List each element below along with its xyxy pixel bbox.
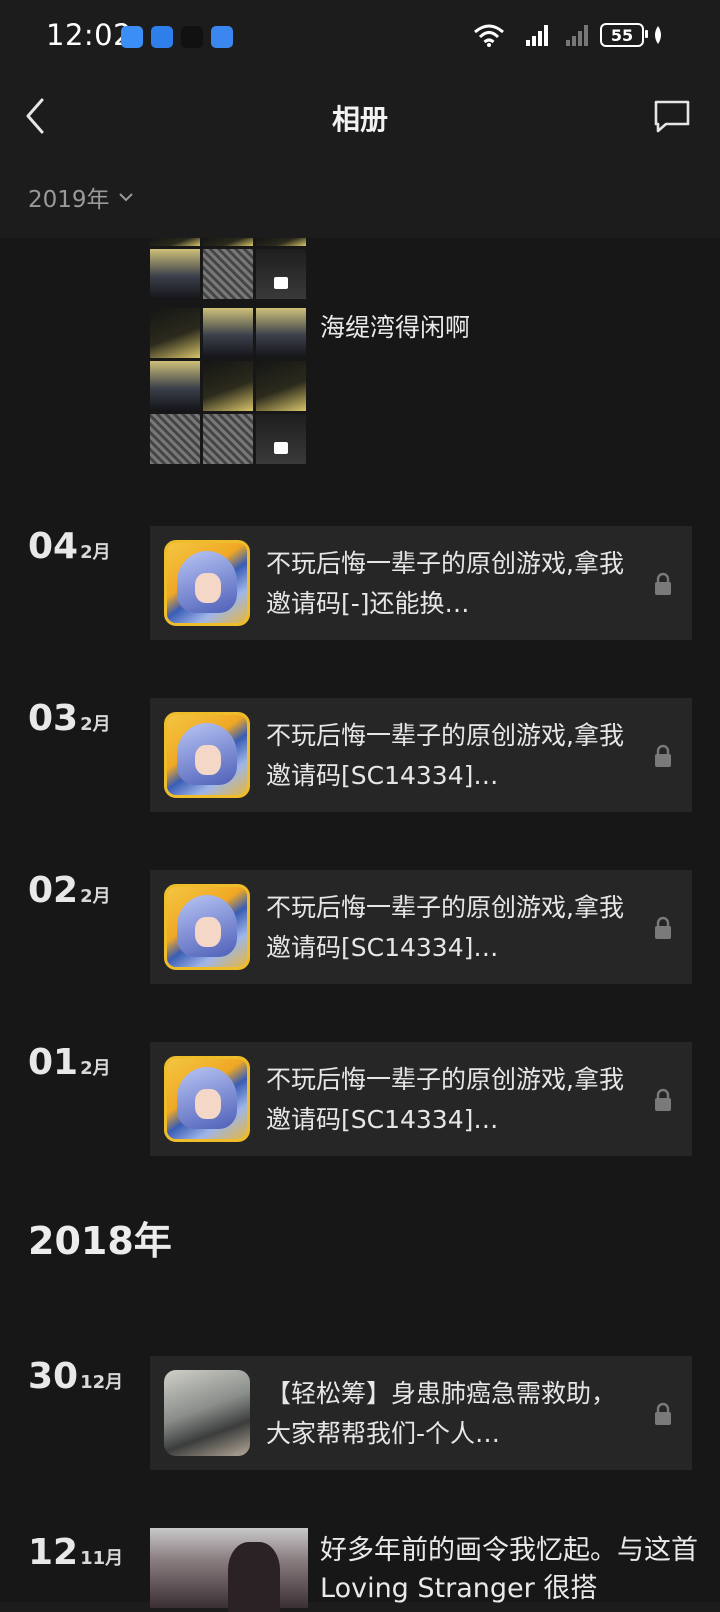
entry-day: 04	[28, 526, 79, 567]
lock-icon	[655, 1088, 671, 1111]
shared-link-card[interactable]: 不玩后悔一辈子的原创游戏,拿我邀请码[SC14334]…	[150, 870, 692, 984]
photo-thumb[interactable]	[256, 308, 306, 358]
entry-date: 30 12月	[28, 1356, 123, 1397]
photo-thumb[interactable]	[256, 238, 306, 246]
lock-icon	[655, 744, 671, 767]
photo-thumb[interactable]	[256, 361, 306, 411]
signal-no-sim-icon	[566, 25, 588, 46]
status-time: 12:02	[46, 18, 133, 52]
notification-app-icon	[181, 26, 203, 48]
messages-button[interactable]	[652, 96, 692, 136]
entry-month: 2月	[80, 542, 111, 563]
chevron-down-icon	[118, 193, 133, 202]
year-filter-label: 2019年	[28, 187, 110, 213]
notification-chat-icon	[121, 26, 143, 48]
game-app-icon	[164, 712, 250, 798]
shared-link-card[interactable]: 不玩后悔一辈子的原创游戏,拿我邀请码[-]还能换…	[150, 526, 692, 640]
card-text: 不玩后悔一辈子的原创游戏,拿我邀请码[SC14334]…	[266, 1065, 624, 1134]
photo-grid[interactable]	[150, 308, 306, 464]
leaf-icon	[655, 26, 661, 44]
card-text: 【轻松筹】身患肺癌急需救助，大家帮帮我们-个人…	[266, 1379, 617, 1448]
year-section-heading: 2018年	[28, 1219, 172, 1263]
shared-link-card[interactable]: 不玩后悔一辈子的原创游戏,拿我邀请码[SC14334]…	[150, 698, 692, 812]
post-caption[interactable]: 海缇湾得闲啊	[320, 308, 470, 344]
photo-thumb[interactable]	[150, 414, 200, 464]
photo-thumb[interactable]	[203, 414, 253, 464]
photo-thumb[interactable]	[150, 1528, 308, 1612]
lock-icon	[655, 916, 671, 939]
card-text: 不玩后悔一辈子的原创游戏,拿我邀请码[-]还能换…	[266, 549, 624, 618]
card-text: 不玩后悔一辈子的原创游戏,拿我邀请码[SC14334]…	[266, 721, 624, 790]
lock-icon	[655, 572, 671, 595]
shared-link-card[interactable]: 不玩后悔一辈子的原创游戏,拿我邀请码[SC14334]…	[150, 1042, 692, 1156]
entry-day: 12	[28, 1532, 79, 1573]
photo-thumb[interactable]	[150, 249, 200, 299]
link-thumbnail	[164, 1370, 250, 1456]
entry-date: 04 2月	[28, 526, 111, 567]
photo-thumb[interactable]	[203, 238, 253, 246]
year-filter-dropdown[interactable]: 2019年	[28, 180, 134, 214]
photo-thumb[interactable]	[203, 361, 253, 411]
entry-day: 02	[28, 870, 79, 911]
message-icon	[654, 100, 690, 133]
photo-thumb[interactable]	[150, 361, 200, 411]
photo-thumb[interactable]	[203, 249, 253, 299]
entry-month: 11月	[80, 1548, 124, 1569]
notification-cloud-icon	[211, 26, 233, 48]
entry-month: 2月	[80, 714, 111, 735]
battery-indicator: 55	[600, 23, 648, 47]
game-app-icon	[164, 1056, 250, 1142]
photo-grid-partial[interactable]	[150, 238, 306, 299]
entry-day: 30	[28, 1356, 79, 1397]
photo-thumb[interactable]	[203, 308, 253, 358]
entry-date: 02 2月	[28, 870, 111, 911]
entry-date: 12 11月	[28, 1532, 123, 1573]
post-caption[interactable]: 好多年前的画令我忆起。与这首Loving Stranger 很搭	[320, 1532, 700, 1608]
entry-month: 2月	[80, 1058, 111, 1079]
page-title: 相册	[331, 103, 388, 136]
photo-thumb-locked[interactable]	[256, 249, 306, 299]
signal-4g-icon	[526, 25, 548, 46]
top-nav-bar: 相册	[0, 74, 720, 160]
card-text: 不玩后悔一辈子的原创游戏,拿我邀请码[SC14334]…	[266, 893, 624, 962]
photo-thumb-locked[interactable]	[256, 414, 306, 464]
status-bar: 12:02 55	[0, 0, 720, 74]
lock-icon	[655, 1402, 671, 1425]
game-app-icon	[164, 540, 250, 626]
status-right: 55	[472, 22, 664, 48]
status-app-icons	[121, 26, 233, 48]
entry-day: 03	[28, 698, 79, 739]
notification-shield-icon	[151, 26, 173, 48]
entry-date: 03 2月	[28, 698, 111, 739]
wifi-icon	[474, 24, 504, 47]
entry-month: 12月	[80, 1372, 124, 1393]
game-app-icon	[164, 884, 250, 970]
battery-level: 55	[610, 25, 634, 45]
entry-date: 01 2月	[28, 1042, 111, 1083]
photo-thumb[interactable]	[150, 308, 200, 358]
shared-link-card[interactable]: 【轻松筹】身患肺癌急需救助，大家帮帮我们-个人…	[150, 1356, 692, 1470]
entry-month: 2月	[80, 886, 111, 907]
entry-day: 01	[28, 1042, 79, 1083]
photo-thumb[interactable]	[150, 238, 200, 246]
